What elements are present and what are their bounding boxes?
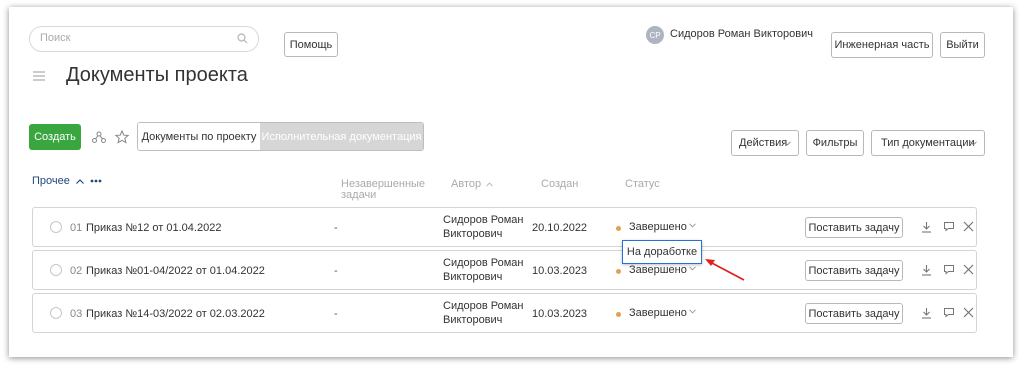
row-author: Сидоров Роман Викторович <box>443 300 524 326</box>
col-status[interactable]: Статус <box>625 179 660 190</box>
row-select-radio[interactable] <box>50 221 62 233</box>
chevron-down-icon <box>784 141 791 146</box>
row-status[interactable]: Завершено <box>629 221 687 233</box>
row-incomplete: - <box>334 222 338 234</box>
row-doc-name[interactable]: Приказ №12 от 01.04.2022 <box>86 222 221 234</box>
download-icon[interactable] <box>921 307 932 319</box>
table-row[interactable]: 02 Приказ №01-04/2022 от 01.04.2022 - Си… <box>32 250 977 290</box>
star-icon[interactable] <box>115 130 129 144</box>
assign-task-button[interactable]: Поставить задачу <box>805 303 903 324</box>
row-incomplete: - <box>334 265 338 277</box>
row-doc-name[interactable]: Приказ №14-03/2022 от 02.03.2022 <box>86 308 265 320</box>
row-incomplete: - <box>334 308 338 320</box>
hierarchy-icon[interactable] <box>92 131 106 143</box>
chevron-down-icon[interactable] <box>689 266 696 271</box>
col-incomplete-line2: задачи <box>341 189 377 201</box>
row-created: 20.10.2022 <box>532 222 588 234</box>
status-dot <box>616 269 621 274</box>
user-name[interactable]: Сидоров Роман Викторович <box>670 28 813 40</box>
chevron-down-icon[interactable] <box>689 309 696 314</box>
help-button[interactable]: Помощь <box>284 32 338 57</box>
row-number: 01 <box>70 222 83 234</box>
download-icon[interactable] <box>921 221 932 233</box>
assign-task-button[interactable]: Поставить задачу <box>805 260 903 281</box>
actions-label: Действия <box>739 137 788 149</box>
row-author: Сидоров Роман Викторович <box>443 214 524 240</box>
table-row[interactable]: 03 Приказ №14-03/2022 от 02.03.2022 - Си… <box>32 293 977 333</box>
col-created[interactable]: Создан <box>541 179 578 190</box>
col-incomplete-tasks[interactable]: Незавершенные задачи <box>341 179 425 201</box>
row-author: Сидоров Роман Викторович <box>443 257 524 283</box>
create-button[interactable]: Создать <box>29 124 81 150</box>
row-doc-name[interactable]: Приказ №01-04/2022 от 01.04.2022 <box>86 265 265 277</box>
status-dot <box>616 226 621 231</box>
comment-icon[interactable] <box>943 264 955 275</box>
annotation-arrow <box>705 259 745 281</box>
doc-type-dropdown[interactable]: Тип документации <box>871 130 985 156</box>
search-icon[interactable] <box>237 33 248 44</box>
status-dot <box>616 312 621 317</box>
tab-exec-docs[interactable]: Исполнительная документация <box>260 123 423 150</box>
doc-tabs: Документы по проекту Исполнительная доку… <box>137 122 424 151</box>
chevron-up-icon <box>75 178 84 184</box>
col-author[interactable]: Автор <box>451 179 493 190</box>
col-author-label: Автор <box>451 178 482 190</box>
row-select-radio[interactable] <box>50 264 62 276</box>
row-number: 02 <box>70 265 83 277</box>
search-input[interactable]: Поиск <box>29 26 259 52</box>
more-icon[interactable] <box>90 179 102 183</box>
menu-icon[interactable] <box>33 71 45 81</box>
avatar[interactable]: СР <box>646 26 664 44</box>
doc-type-label: Тип документации <box>881 137 975 149</box>
row-created: 10.03.2023 <box>532 308 588 320</box>
group-toggle[interactable]: Прочее <box>32 175 102 187</box>
assign-task-button[interactable]: Поставить задачу <box>805 217 903 238</box>
comment-icon[interactable] <box>943 307 955 318</box>
filters-button[interactable]: Фильтры <box>806 130 864 156</box>
table-row[interactable]: 01 Приказ №12 от 01.04.2022 - Сидоров Ро… <box>32 207 977 247</box>
engineering-button[interactable]: Инженерная часть <box>831 32 933 58</box>
close-icon[interactable] <box>963 221 974 232</box>
row-status[interactable]: Завершено <box>629 307 687 319</box>
close-icon[interactable] <box>963 264 974 275</box>
download-icon[interactable] <box>921 264 932 276</box>
logout-button[interactable]: Выйти <box>940 32 985 58</box>
chevron-down-icon <box>970 141 977 146</box>
comment-icon[interactable] <box>943 221 955 232</box>
row-status[interactable]: Завершено <box>629 264 687 276</box>
row-number: 03 <box>70 308 83 320</box>
search-placeholder: Поиск <box>40 32 71 44</box>
chevron-down-icon[interactable] <box>689 223 696 228</box>
group-label: Прочее <box>32 175 70 187</box>
tab-project-docs[interactable]: Документы по проекту <box>138 123 260 150</box>
actions-dropdown[interactable]: Действия <box>731 130 799 156</box>
row-select-radio[interactable] <box>50 307 62 319</box>
page-title: Документы проекта <box>66 64 248 86</box>
row-created: 10.03.2023 <box>532 265 588 277</box>
status-dropdown-option[interactable]: На доработке <box>622 240 702 264</box>
sort-up-icon <box>486 182 493 187</box>
close-icon[interactable] <box>963 307 974 318</box>
